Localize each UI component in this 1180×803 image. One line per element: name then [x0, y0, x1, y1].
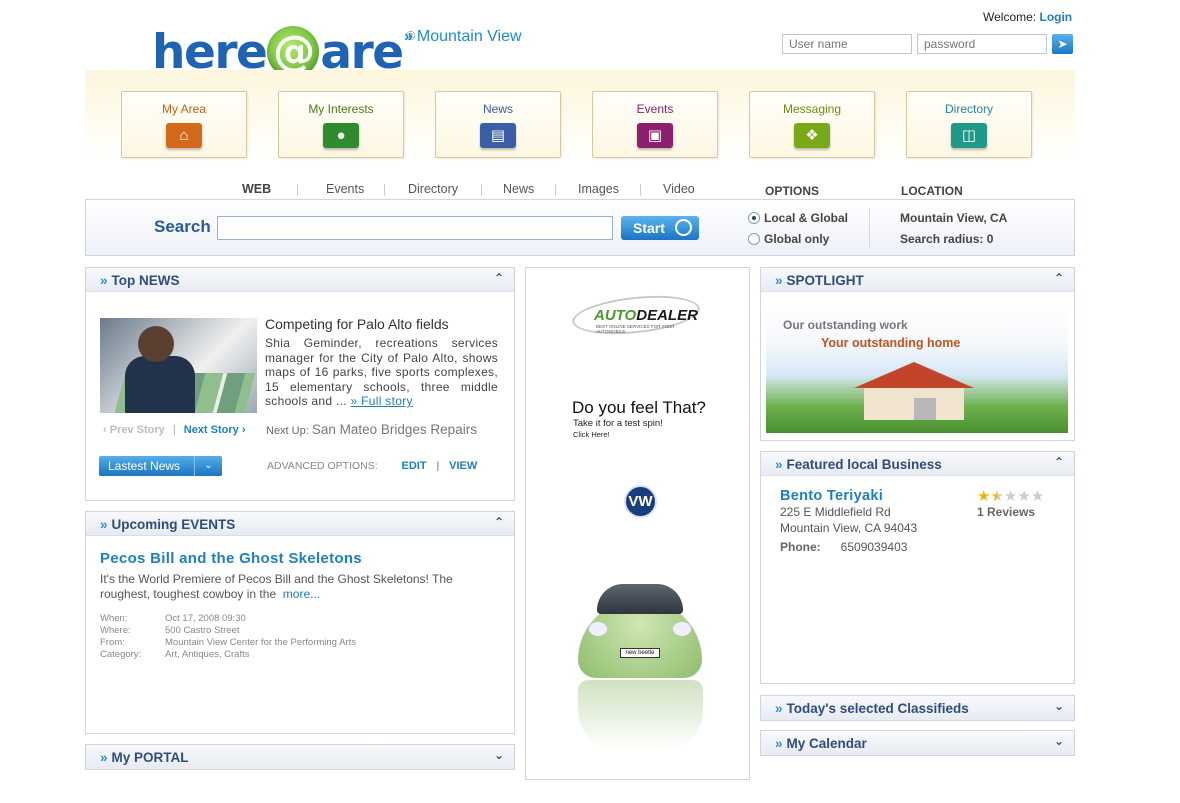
- star-full-icon: ★: [977, 488, 991, 505]
- arrow-right-icon: ➤: [1057, 37, 1068, 51]
- document-icon: ▤: [480, 123, 516, 148]
- business-address: 225 E Middlefield Rd Mountain View, CA 94…: [780, 505, 918, 535]
- search-icon: [675, 219, 692, 236]
- chat-icon: ❖: [794, 123, 830, 148]
- home-icon: ⌂: [166, 123, 202, 148]
- next-up-link[interactable]: San Mateo Bridges Repairs: [312, 422, 477, 437]
- more-link[interactable]: more...: [283, 587, 320, 601]
- event-title[interactable]: Pecos Bill and the Ghost Skeletons: [100, 550, 362, 567]
- chevron-down-icon[interactable]: ⌄: [494, 748, 504, 762]
- house-image: [854, 362, 974, 420]
- nav-directory[interactable]: Directory ◫: [906, 91, 1032, 158]
- panel-header[interactable]: » Top NEWS ⌃: [86, 268, 514, 292]
- start-search-button[interactable]: Start: [621, 216, 699, 240]
- news-photo[interactable]: [100, 318, 257, 413]
- ad-subline: Take it for a test spin!: [573, 418, 663, 429]
- story-pager: ‹ Prev Story | Next Story ›: [103, 424, 246, 436]
- tab-events[interactable]: Events: [326, 182, 364, 196]
- chevron-up-icon[interactable]: ⌃: [494, 271, 504, 285]
- edit-link[interactable]: EDIT: [402, 460, 427, 472]
- main-nav: My Area ⌂ My Interests ● News ▤ Events ▣…: [85, 70, 1075, 160]
- full-story-link[interactable]: » Full story: [351, 394, 413, 408]
- calendar-panel[interactable]: » My Calendar ⌄: [760, 730, 1075, 756]
- event-details-values: Oct 17, 2008 09:30 500 Castro Street Mount…: [165, 613, 356, 660]
- chevron-up-icon[interactable]: ⌃: [1054, 271, 1064, 285]
- classifieds-panel[interactable]: » Today's selected Classifieds ⌄: [760, 695, 1075, 721]
- ad-click-here[interactable]: Click Here!: [573, 430, 610, 439]
- option-local-global[interactable]: Local & Global: [748, 211, 848, 225]
- event-details-labels: When: Where: From: Category:: [100, 613, 142, 660]
- ad-headline: Do you feel That?: [572, 398, 706, 417]
- chevron-down-icon[interactable]: ⌄: [1054, 734, 1064, 748]
- business-phone: Phone: 6509039403: [780, 540, 908, 554]
- tab-web[interactable]: WEB: [242, 182, 271, 196]
- car-image: new beetle: [575, 580, 705, 678]
- reviews-count[interactable]: 1 Reviews: [977, 505, 1035, 519]
- spotlight-banner[interactable]: Our outstanding work Your outstanding ho…: [766, 304, 1068, 433]
- business-panel: » Featured local Business ⌃: [760, 451, 1075, 684]
- login-go-button[interactable]: ➤: [1052, 34, 1073, 54]
- view-link[interactable]: VIEW: [449, 460, 477, 472]
- nav-messaging[interactable]: Messaging ❖: [749, 91, 875, 158]
- next-up: Next Up: San Mateo Bridges Repairs: [266, 422, 477, 437]
- panel-header[interactable]: » Today's selected Classifieds ⌄: [761, 696, 1074, 720]
- radio-icon[interactable]: [748, 233, 760, 245]
- panel-header[interactable]: » SPOTLIGHT ⌃: [761, 268, 1074, 292]
- star-empty-icon: ★: [1030, 488, 1045, 505]
- nav-my-interests[interactable]: My Interests ●: [278, 91, 404, 158]
- business-name[interactable]: Bento Teriyaki: [780, 488, 883, 504]
- star-empty-icon: ★: [1003, 488, 1018, 505]
- cake-icon: ▣: [637, 123, 673, 148]
- welcome-text: Welcome: Login: [983, 10, 1073, 24]
- login-link[interactable]: Login: [1039, 10, 1072, 24]
- tab-video[interactable]: Video: [663, 182, 695, 196]
- divider: [869, 208, 870, 248]
- chevron-down-icon[interactable]: ⌄: [1054, 699, 1064, 713]
- event-description: It's the World Premiere of Pecos Bill an…: [100, 572, 453, 601]
- chevron-up-icon[interactable]: ⌃: [494, 515, 504, 529]
- nav-events[interactable]: Events ▣: [592, 91, 718, 158]
- password-field[interactable]: [917, 34, 1047, 54]
- search-radius: Search radius: 0: [900, 232, 994, 246]
- search-input[interactable]: [217, 216, 613, 240]
- lightbulb-icon: ●: [323, 123, 359, 148]
- radio-selected-icon[interactable]: [748, 212, 760, 224]
- option-global-only[interactable]: Global only: [748, 232, 829, 246]
- options-heading: OPTIONS: [765, 184, 820, 198]
- tab-directory[interactable]: Directory: [408, 182, 458, 196]
- username-field[interactable]: [782, 34, 912, 54]
- tab-news[interactable]: News: [503, 182, 534, 196]
- panel-header[interactable]: » My Calendar ⌄: [761, 731, 1074, 755]
- book-icon: ◫: [951, 123, 987, 148]
- panel-header[interactable]: » My PORTAL ⌄: [86, 745, 514, 769]
- next-story-link[interactable]: Next Story ›: [184, 424, 246, 436]
- car-reflection: [578, 680, 703, 750]
- news-headline[interactable]: Competing for Palo Alto fields: [265, 316, 449, 332]
- location-value: Mountain View, CA: [900, 211, 1008, 225]
- current-city: » Mountain View: [404, 28, 522, 45]
- autodealer-logo: AUTODEALER BEST ONLINE SERVICES FOR YOUR…: [570, 290, 702, 340]
- nav-news[interactable]: News ▤: [435, 91, 561, 158]
- panel-header[interactable]: » Upcoming EVENTS ⌃: [86, 512, 514, 536]
- latest-news-dropdown[interactable]: Lastest News ⌄: [99, 456, 222, 476]
- vw-logo-icon: VW: [624, 485, 657, 518]
- chevron-down-icon[interactable]: ⌄: [194, 456, 222, 476]
- location-heading: LOCATION: [901, 184, 963, 198]
- portal-panel[interactable]: » My PORTAL ⌄: [85, 744, 515, 770]
- advanced-options: ADVANCED OPTIONS: EDIT | VIEW: [267, 460, 478, 472]
- nav-my-area[interactable]: My Area ⌂: [121, 91, 247, 158]
- prev-story-link[interactable]: ‹ Prev Story: [103, 424, 165, 436]
- star-empty-icon: ★: [1017, 488, 1031, 505]
- chevron-up-icon[interactable]: ⌃: [1054, 455, 1064, 469]
- panel-header[interactable]: » Featured local Business ⌃: [761, 452, 1074, 476]
- star-half-icon: ★: [990, 488, 1004, 505]
- search-label: Search: [154, 217, 211, 236]
- rating-stars[interactable]: ★★★★★: [977, 487, 1044, 505]
- tab-images[interactable]: Images: [578, 182, 619, 196]
- news-summary: Shia Geminder, recreations services mana…: [265, 336, 498, 408]
